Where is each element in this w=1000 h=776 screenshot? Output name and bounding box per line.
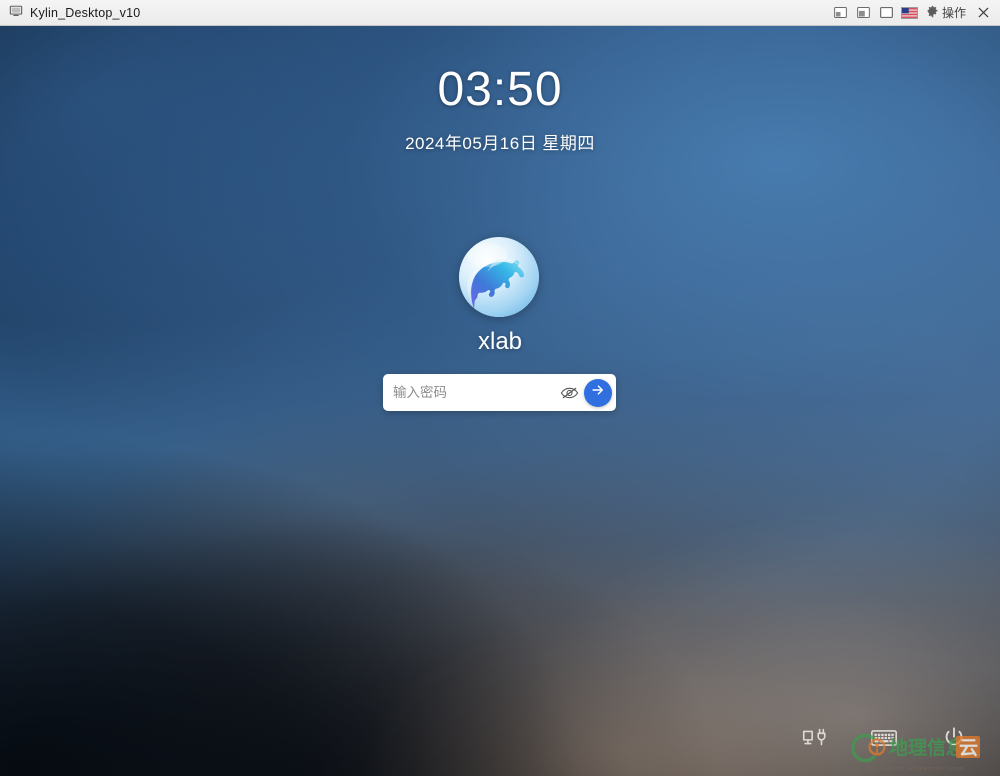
virtual-keyboard-icon[interactable] bbox=[868, 722, 900, 754]
titlebar-left-group: Kylin_Desktop_v10 bbox=[0, 4, 140, 21]
arrow-right-icon bbox=[590, 382, 606, 403]
eye-slash-icon[interactable] bbox=[558, 382, 580, 404]
gear-icon bbox=[926, 5, 939, 21]
monitor-icon bbox=[9, 4, 23, 21]
username-label: xlab bbox=[477, 328, 523, 355]
window-title: Kylin_Desktop_v10 bbox=[30, 5, 141, 20]
titlebar-right-group: 操作 bbox=[832, 4, 1000, 22]
submit-password-button[interactable] bbox=[584, 378, 612, 407]
view-fit-icon[interactable] bbox=[832, 4, 849, 21]
lockscreen: 03:50 2024年05月16日 星期四 xlab 地理信息 云 DISCOV… bbox=[0, 26, 1000, 776]
action-menu-label: 操作 bbox=[941, 6, 966, 20]
watermark-subtitle: DISCOVERING INFORMATION CLOUD bbox=[867, 766, 965, 771]
view-fullscreen-icon[interactable] bbox=[878, 4, 895, 21]
avatar[interactable] bbox=[459, 237, 539, 317]
kylin-dragon-avatar bbox=[459, 237, 539, 317]
password-row bbox=[383, 374, 616, 411]
screen-root: Kylin_Desktop_v10 操作 03:50 2024年05月16日 星… bbox=[0, 0, 1000, 776]
view-scale-icon[interactable] bbox=[855, 4, 872, 21]
us-flag-icon[interactable] bbox=[900, 6, 918, 19]
remote-connection-icon[interactable] bbox=[798, 722, 830, 754]
password-input[interactable] bbox=[393, 374, 558, 411]
power-icon[interactable] bbox=[938, 722, 970, 754]
close-icon[interactable] bbox=[974, 4, 992, 22]
settings-action-button[interactable]: 操作 bbox=[924, 4, 968, 21]
clock-date: 2024年05月16日 星期四 bbox=[405, 134, 595, 153]
window-titlebar: Kylin_Desktop_v10 操作 bbox=[0, 0, 1000, 26]
desktop-wallpaper: 03:50 2024年05月16日 星期四 xlab 地理信息 云 DISCOV… bbox=[0, 26, 1000, 776]
clock-time: 03:50 bbox=[437, 63, 563, 116]
lockscreen-tray bbox=[798, 722, 970, 754]
